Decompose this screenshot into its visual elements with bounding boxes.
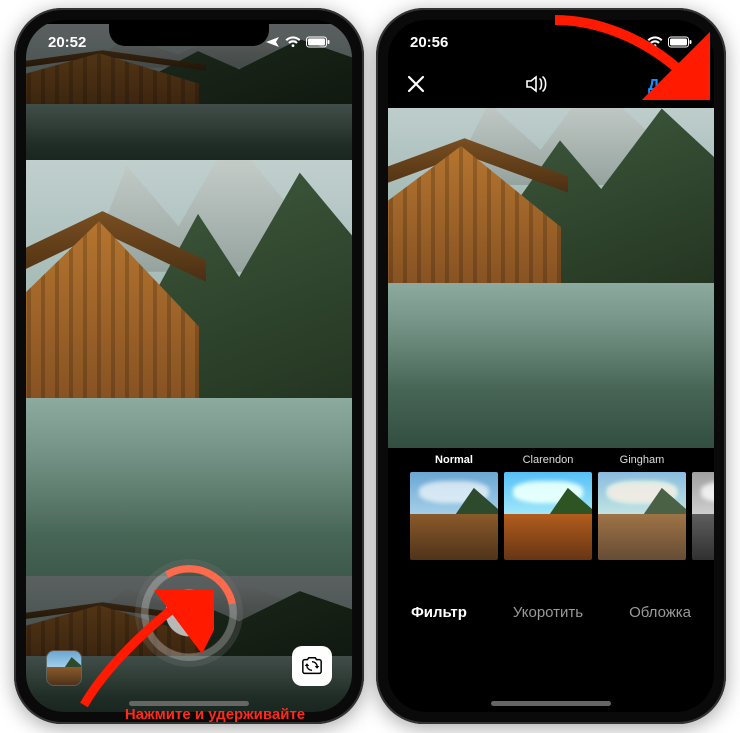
status-time: 20:56 bbox=[410, 34, 448, 51]
camera-viewfinder bbox=[26, 64, 352, 712]
filter-gingham[interactable]: Gingham bbox=[598, 454, 686, 566]
viewfinder-crop[interactable] bbox=[26, 160, 352, 616]
tab-trim[interactable]: Укоротить bbox=[513, 604, 583, 621]
close-icon bbox=[406, 74, 426, 94]
editor-preview[interactable] bbox=[388, 108, 714, 448]
viewfinder-dim-top bbox=[26, 64, 352, 160]
phone-right: 20:56 Далее bbox=[376, 8, 726, 724]
status-icons-left bbox=[266, 36, 330, 48]
sound-on-icon bbox=[525, 74, 549, 94]
screen-left: 20:52 bbox=[26, 20, 352, 712]
tab-filter[interactable]: Фильтр bbox=[411, 604, 467, 621]
wifi-icon bbox=[285, 36, 301, 48]
home-indicator[interactable] bbox=[491, 701, 611, 706]
tab-cover[interactable]: Обложка bbox=[629, 604, 691, 621]
shutter-button[interactable] bbox=[141, 565, 237, 661]
next-button[interactable]: Далее bbox=[648, 77, 696, 95]
filter-clarendon[interactable]: Clarendon bbox=[504, 454, 592, 566]
filter-strip[interactable]: Normal Clarendon Gingham M bbox=[388, 448, 714, 568]
filter-label: Normal bbox=[435, 454, 473, 468]
filter-partial[interactable]: M bbox=[692, 454, 714, 566]
airplane-icon bbox=[266, 36, 280, 48]
switch-camera-icon bbox=[301, 655, 323, 677]
annotation-caption: Нажмите и удерживайте bbox=[100, 706, 330, 723]
notch bbox=[109, 20, 269, 46]
close-button[interactable] bbox=[406, 74, 426, 99]
wifi-icon bbox=[647, 36, 663, 48]
sound-toggle-button[interactable] bbox=[525, 74, 549, 99]
screen-right: 20:56 Далее bbox=[388, 20, 714, 712]
gallery-thumbnail-button[interactable] bbox=[46, 650, 82, 686]
filter-label: Clarendon bbox=[523, 454, 574, 468]
status-time: 20:52 bbox=[48, 34, 86, 51]
airplane-icon bbox=[628, 36, 642, 48]
phone-left: 20:52 bbox=[14, 8, 364, 724]
notch bbox=[471, 20, 631, 46]
battery-icon bbox=[306, 36, 330, 48]
switch-camera-button[interactable] bbox=[292, 646, 332, 686]
status-icons-right bbox=[628, 36, 692, 48]
filter-label: Gingham bbox=[620, 454, 665, 468]
editor-toolbar: Далее bbox=[388, 64, 714, 108]
editor-tabs: Фильтр Укоротить Обложка bbox=[388, 586, 714, 638]
battery-icon bbox=[668, 36, 692, 48]
filter-normal[interactable]: Normal bbox=[410, 454, 498, 566]
